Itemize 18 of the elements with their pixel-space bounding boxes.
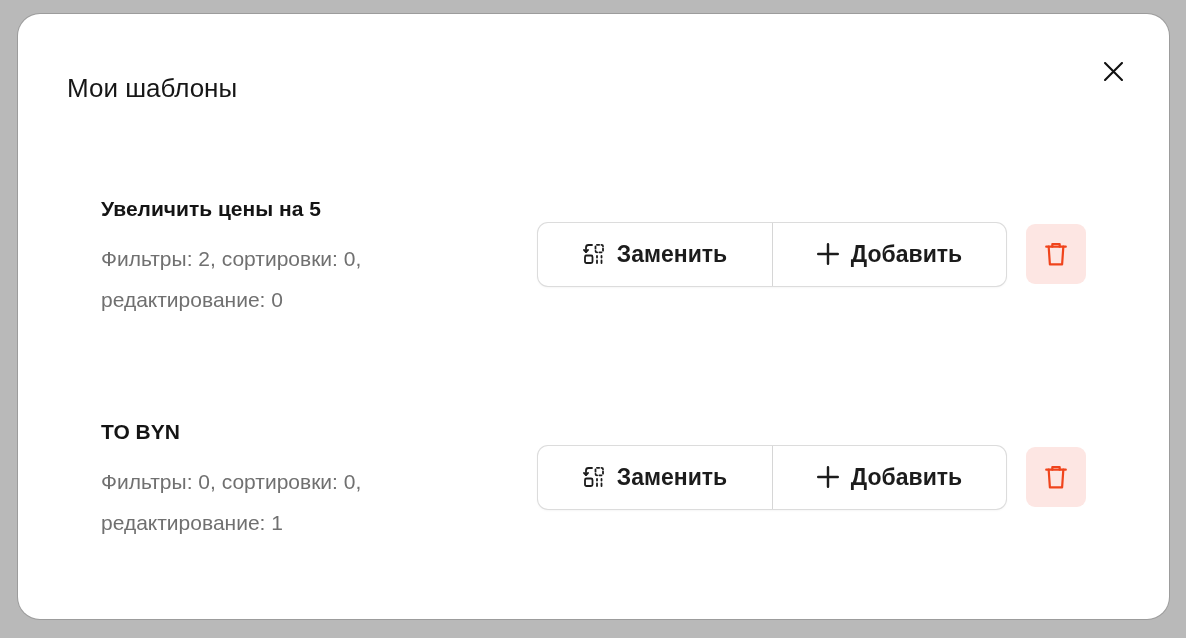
- template-name: TO BYN: [101, 419, 181, 445]
- plus-icon: [816, 466, 839, 488]
- template-name: Увеличить цены на 5: [101, 196, 322, 222]
- delete-button[interactable]: [1026, 447, 1086, 507]
- add-button[interactable]: Добавить: [772, 222, 1006, 286]
- add-button[interactable]: Добавить: [772, 445, 1006, 509]
- delete-button[interactable]: [1026, 224, 1086, 284]
- replace-button[interactable]: Заменить: [538, 222, 772, 286]
- swap-squares-icon: [582, 466, 605, 488]
- trash-icon: [1045, 241, 1067, 267]
- trash-icon: [1045, 464, 1067, 490]
- template-summary: Фильтры: 2, сортировки: 0, редактирование: 0: [101, 246, 363, 313]
- replace-button[interactable]: Заменить: [538, 445, 772, 509]
- dialog-title: Мои шаблоны: [67, 72, 238, 104]
- template-summary: Фильтры: 0, сортировки: 0, редактирование: 1: [101, 469, 363, 536]
- plus-icon: [816, 243, 839, 265]
- close-icon: [1103, 61, 1123, 81]
- swap-squares-icon: [582, 243, 605, 265]
